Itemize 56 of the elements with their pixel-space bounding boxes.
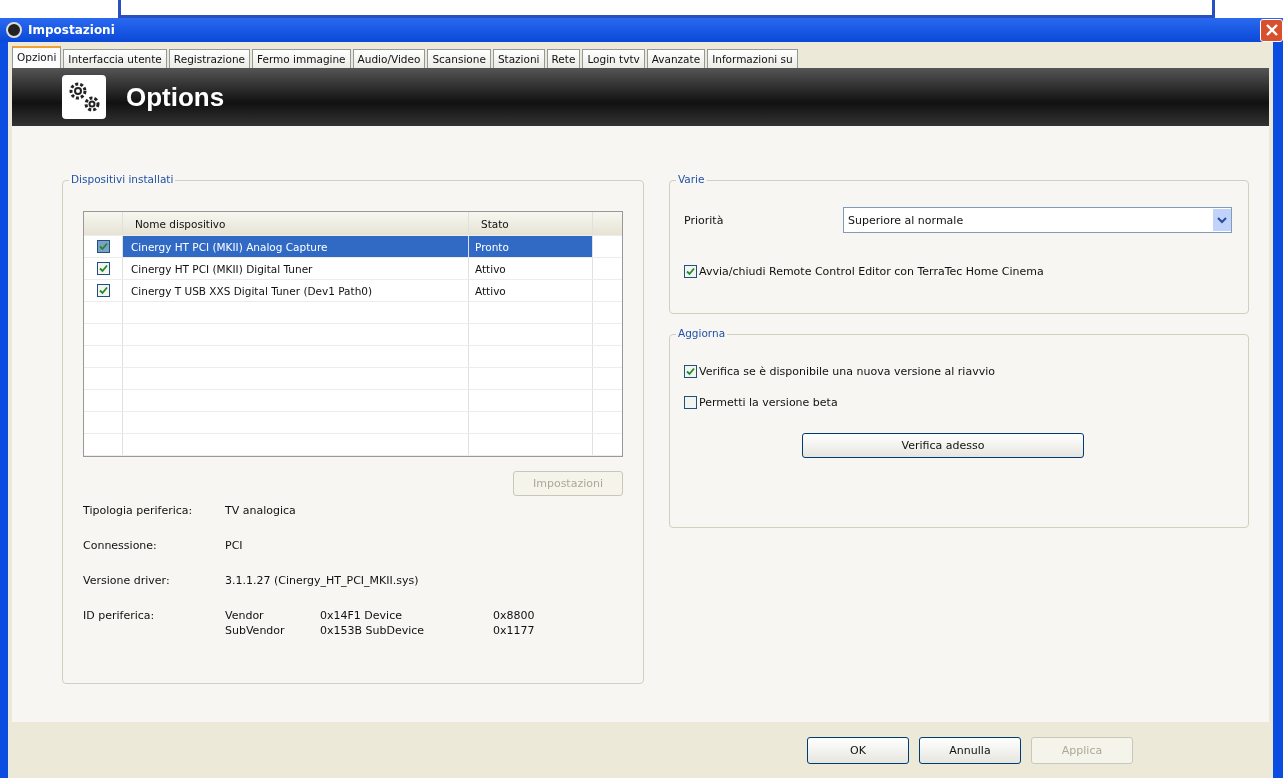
table-cell: Pronto [469, 236, 593, 257]
checkbox-label: Avvia/chiudi Remote Control Editor con TerraTec Home Cinema [699, 265, 1044, 278]
tab[interactable]: Login tvtv [582, 49, 645, 68]
tab[interactable]: Opzioni [12, 46, 62, 68]
priority-label: Priorità [684, 213, 725, 227]
tab[interactable]: Stazioni [492, 49, 545, 68]
checkbox-label: Verifica se è disponibile una nuova versione al riavvio [699, 365, 995, 378]
field-value: SubVendor [225, 624, 286, 637]
field-value: 0x14F1 Device [320, 609, 403, 622]
column-header[interactable]: Stato [469, 212, 593, 235]
field-value: 0x153B SubDevice [320, 624, 426, 637]
close-icon [1265, 24, 1278, 36]
tab[interactable]: Registrazione [168, 49, 251, 68]
group-title: Varie [676, 173, 707, 185]
field-value: 0x8800 [493, 609, 535, 622]
table-cell: Cinergy HT PCI (MKII) Analog Capture [123, 236, 469, 257]
gears-icon [62, 75, 106, 119]
table-cell: Attivo [469, 280, 593, 301]
field-value: 0x1177 [493, 624, 535, 637]
dialog-button[interactable]: Annulla [919, 736, 1021, 764]
tab[interactable]: Fermo immagine [252, 49, 351, 68]
field-value: Vendor [225, 609, 265, 622]
window-title: Impostazioni [28, 23, 116, 37]
group-title: Aggiorna [676, 327, 728, 339]
field-label: Versione driver: [83, 574, 171, 587]
dialog-button[interactable]: OK [807, 736, 909, 764]
check-now-button[interactable]: Verifica adesso [802, 433, 1084, 458]
checkbox[interactable] [96, 262, 110, 275]
app-icon [6, 22, 22, 38]
tab[interactable]: Interfaccia utente [63, 49, 167, 68]
field-value: PCI [225, 539, 243, 552]
tab[interactable]: Audio/Video [352, 49, 426, 68]
checkbox-label: Permetti la versione beta [699, 396, 838, 409]
column-header[interactable]: Nome dispositivo [123, 212, 469, 235]
field-label: Connessione: [83, 539, 158, 552]
checkbox[interactable] [96, 240, 110, 253]
checkbox[interactable] [684, 265, 697, 278]
field-value: 3.1.1.27 (Cinergy_HT_PCI_MKII.sys) [225, 574, 419, 587]
banner-title: Options [126, 81, 225, 113]
tab[interactable]: Rete [546, 49, 581, 68]
checkbox[interactable] [684, 396, 697, 409]
close-button[interactable] [1260, 18, 1283, 42]
tab[interactable]: Scansione [427, 49, 491, 68]
table-cell: Cinergy T USB XXS Digital Tuner (Dev1 Path0) [123, 280, 469, 301]
checkbox[interactable] [684, 365, 697, 378]
group-title: Dispositivi installati [69, 173, 176, 185]
field-value: TV analogica [225, 504, 296, 517]
field-label: ID periferica: [83, 609, 156, 624]
table-cell: Cinergy HT PCI (MKII) Digital Tuner [123, 258, 469, 279]
checkbox[interactable] [96, 284, 110, 297]
field-label: Tipologia periferica: [83, 504, 194, 517]
priority-dropdown[interactable]: Superiore al normale [843, 207, 1232, 233]
selected-row[interactable]: Cinergy HT PCI (MKII) Analog Capture Pronto [123, 236, 593, 257]
tab[interactable]: Avanzate [646, 49, 706, 68]
table-cell: Attivo [469, 258, 593, 279]
tab[interactable]: Informazioni su [707, 49, 798, 68]
